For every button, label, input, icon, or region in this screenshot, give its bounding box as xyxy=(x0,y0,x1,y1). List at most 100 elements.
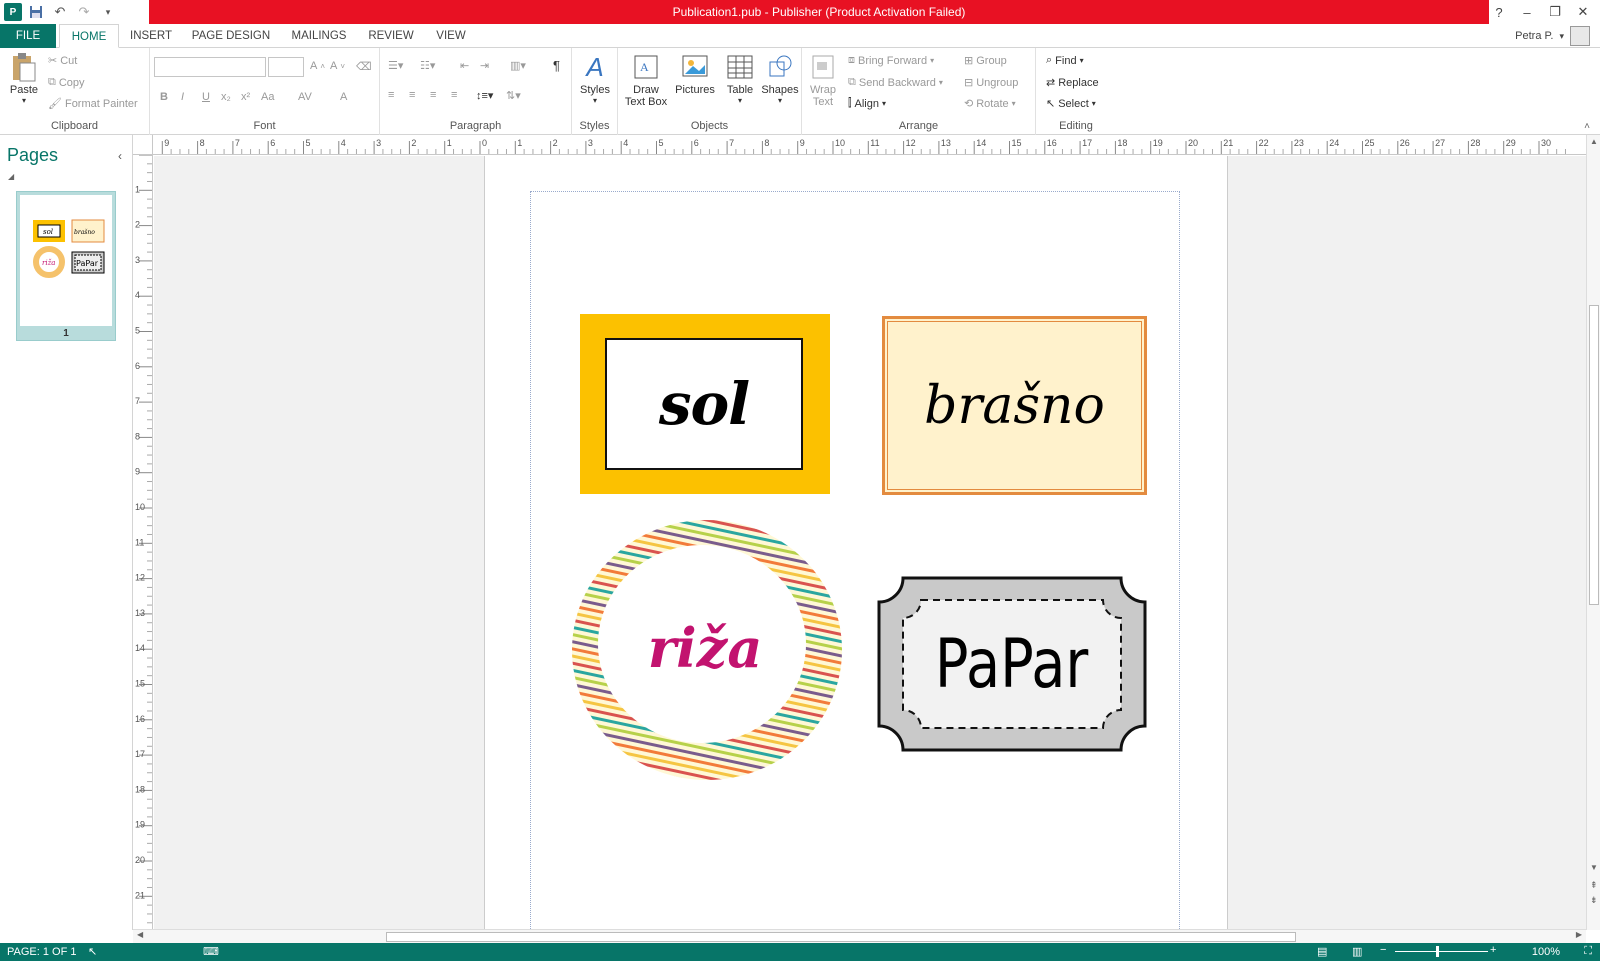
align-right-icon[interactable]: ≡ xyxy=(430,89,436,101)
table-button[interactable]: Table ▾ xyxy=(722,52,758,105)
scroll-thumb[interactable] xyxy=(1589,305,1599,605)
document-canvas[interactable]: sol brašno riža PaPar xyxy=(154,156,1586,929)
tab-home[interactable]: HOME xyxy=(59,24,119,48)
increase-indent-icon[interactable]: ⇥ xyxy=(480,59,489,72)
scroll-right-icon[interactable]: ▶ xyxy=(1576,930,1582,939)
ruler-label: 10 xyxy=(135,502,145,512)
align-button[interactable]: ⫿ Align ▾ xyxy=(848,97,886,110)
superscript-button[interactable]: x² xyxy=(241,91,250,103)
paragraph-spacing-icon[interactable]: ⇅▾ xyxy=(506,89,521,102)
cut-button[interactable]: ✂ Cut xyxy=(48,54,77,68)
collapse-ribbon-icon[interactable]: ˄ xyxy=(1584,121,1590,132)
line-spacing-icon[interactable]: ↕≡▾ xyxy=(476,89,493,102)
zoom-in-icon[interactable]: + xyxy=(1490,944,1496,956)
rotate-button[interactable]: ⟲ Rotate ▾ xyxy=(964,97,1016,111)
tab-page-design[interactable]: PAGE DESIGN xyxy=(190,24,272,48)
justify-icon[interactable]: ≡ xyxy=(451,89,457,101)
customize-icon[interactable]: ▾ xyxy=(98,2,118,22)
redo-icon[interactable]: ↷ xyxy=(74,2,94,22)
group-button[interactable]: ⊞ Group xyxy=(964,54,1007,68)
select-button[interactable]: ↖ Select ▾ xyxy=(1046,97,1096,111)
numbering-icon[interactable]: ☷▾ xyxy=(420,59,435,72)
close-icon[interactable]: ✕ xyxy=(1570,4,1596,20)
grow-font-button[interactable]: A ˄ xyxy=(310,60,325,72)
zoom-slider-thumb[interactable] xyxy=(1436,946,1439,957)
wrap-text-button[interactable]: Wrap Text xyxy=(808,52,838,108)
label-brasno[interactable]: brašno xyxy=(882,316,1147,495)
find-button[interactable]: ⌕ Find ▾ xyxy=(1046,54,1084,67)
replace-button[interactable]: ⇄ Replace xyxy=(1046,76,1099,90)
scroll-left-icon[interactable]: ◀ xyxy=(137,930,143,939)
columns-icon[interactable]: ▥▾ xyxy=(510,59,526,72)
horizontal-scrollbar[interactable]: ◀ ▶ xyxy=(133,929,1586,943)
label-papar[interactable]: PaPar xyxy=(877,576,1147,752)
help-icon[interactable]: ? xyxy=(1486,5,1512,20)
horizontal-ruler[interactable]: 9 8 7 6 5 4 3 2 1 0 1 2 3 4 5 6 7 8 9 10 11 12 13 14 15 16 17 18 19 2… xyxy=(153,135,1586,155)
clear-formatting-icon[interactable]: ⌫ xyxy=(356,60,372,73)
format-painter-button[interactable]: 🖌 Format Painter xyxy=(48,97,138,111)
ruler-label: 13 xyxy=(941,138,951,148)
ruler-label: 20 xyxy=(1188,138,1198,148)
collapse-pane-icon[interactable]: ‹ xyxy=(118,149,122,163)
decrease-indent-icon[interactable]: ⇤ xyxy=(460,59,469,72)
previous-page-icon[interactable]: ⇞ xyxy=(1590,880,1598,891)
copy-button[interactable]: ⧉ Copy xyxy=(48,76,85,89)
next-page-icon[interactable]: ⇟ xyxy=(1590,895,1598,906)
vertical-ruler[interactable]: 1 2 3 4 5 6 7 8 9 10 11 12 13 14 15 16 17 18 19 20 21 xyxy=(133,155,153,930)
shrink-font-button[interactable]: A ˅ xyxy=(330,60,345,72)
draw-text-box-button[interactable]: A Draw Text Box xyxy=(624,52,668,108)
bullets-icon[interactable]: ☰▾ xyxy=(388,59,403,72)
send-backward-button[interactable]: ⧉ Send Backward ▾ xyxy=(848,76,943,89)
shapes-button[interactable]: Shapes ▾ xyxy=(760,52,800,105)
font-size-select[interactable] xyxy=(268,57,304,77)
tab-file[interactable]: FILE xyxy=(0,24,56,48)
bring-forward-button[interactable]: ⧈ Bring Forward ▾ xyxy=(848,54,934,67)
styles-button[interactable]: A Styles ▾ xyxy=(576,52,614,106)
single-page-view-icon[interactable]: ▤ xyxy=(1317,945,1327,958)
tab-mailings[interactable]: MAILINGS xyxy=(286,24,352,48)
vertical-scrollbar[interactable]: ▲ ▼ ⇞ ⇟ xyxy=(1586,135,1600,930)
label-sol-text: sol xyxy=(658,370,750,438)
character-spacing-button[interactable]: AV xyxy=(298,91,312,103)
scroll-up-icon[interactable]: ▲ xyxy=(1590,137,1598,146)
change-case-button[interactable]: Aa xyxy=(261,91,274,103)
tab-insert[interactable]: INSERT xyxy=(125,24,177,48)
label-riza[interactable]: riža xyxy=(570,518,845,783)
restore-icon[interactable]: ❐ xyxy=(1542,4,1568,20)
tab-view[interactable]: VIEW xyxy=(430,24,472,48)
align-center-icon[interactable]: ≡ xyxy=(409,89,415,101)
font-name-select[interactable] xyxy=(154,57,266,77)
page-count[interactable]: PAGE: 1 OF 1 xyxy=(7,946,77,958)
bring-forward-icon: ⧈ xyxy=(848,54,855,66)
ruler-label: 10 xyxy=(835,138,845,148)
paste-button[interactable]: Paste ▾ xyxy=(6,52,42,105)
font-color-button[interactable]: A xyxy=(340,91,347,103)
subscript-button[interactable]: x₂ xyxy=(221,91,231,103)
tab-review[interactable]: REVIEW xyxy=(364,24,418,48)
pictures-button[interactable]: Pictures xyxy=(672,52,718,96)
ruler-label: 3 xyxy=(588,138,593,148)
scroll-thumb[interactable] xyxy=(386,932,1296,942)
page-thumbnail[interactable]: sol brašno riža PaPar 1 xyxy=(16,191,116,341)
expand-icon[interactable]: ◢ xyxy=(8,172,14,181)
underline-button[interactable]: U xyxy=(202,91,210,103)
user-account[interactable]: Petra P. ▾ xyxy=(1515,26,1590,46)
minimize-icon[interactable]: – xyxy=(1514,5,1540,20)
zoom-slider[interactable] xyxy=(1395,951,1488,952)
show-formatting-button[interactable]: ¶ xyxy=(553,58,560,73)
page[interactable]: sol brašno riža PaPar xyxy=(484,156,1228,929)
ungroup-button[interactable]: ⊟ Ungroup xyxy=(964,76,1018,90)
zoom-out-icon[interactable]: − xyxy=(1380,944,1386,956)
wrap-text-icon xyxy=(808,52,838,82)
align-left-icon[interactable]: ≡ xyxy=(388,89,394,101)
zoom-level[interactable]: 100% xyxy=(1532,946,1560,958)
bold-button[interactable]: B xyxy=(160,91,168,103)
save-icon[interactable] xyxy=(26,2,46,22)
two-page-view-icon[interactable]: ▥ xyxy=(1352,945,1362,958)
italic-button[interactable]: I xyxy=(181,91,184,103)
fit-page-icon[interactable]: ⛶ xyxy=(1584,945,1592,958)
undo-icon[interactable]: ↶ xyxy=(50,2,70,22)
scroll-down-icon[interactable]: ▼ xyxy=(1590,863,1598,872)
ruler-label: 6 xyxy=(694,138,699,148)
label-sol[interactable]: sol xyxy=(580,314,830,494)
